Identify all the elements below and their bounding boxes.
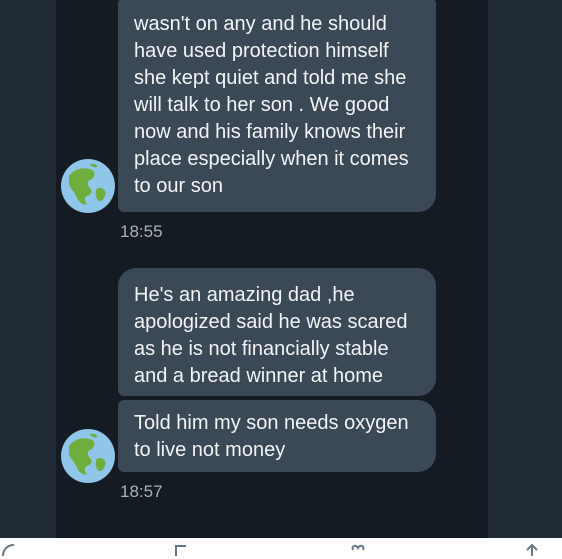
message-text: Told him my son needs oxygen to live not… (134, 412, 409, 461)
globe-americas-icon (61, 429, 115, 483)
message-text: wasn't on any and he should have used pr… (134, 13, 409, 197)
message-bubble[interactable]: Told him my son needs oxygen to live not… (118, 400, 436, 472)
share-icon[interactable] (522, 542, 542, 559)
timestamp: 18:57 (120, 482, 163, 501)
message-bubble[interactable]: wasn't on any and he should have used pr… (118, 0, 436, 212)
globe-americas-icon (61, 159, 115, 213)
message-bubble[interactable]: He's an amazing dad ,he apologized said … (118, 268, 436, 396)
avatar[interactable] (60, 158, 116, 214)
message-text: He's an amazing dad ,he apologized said … (134, 284, 408, 387)
bottom-action-bar (0, 538, 562, 559)
like-icon[interactable] (348, 542, 368, 559)
avatar[interactable] (60, 428, 116, 484)
reply-icon[interactable] (0, 542, 20, 559)
timestamp: 18:55 (120, 222, 163, 241)
retweet-icon[interactable] (172, 542, 192, 559)
